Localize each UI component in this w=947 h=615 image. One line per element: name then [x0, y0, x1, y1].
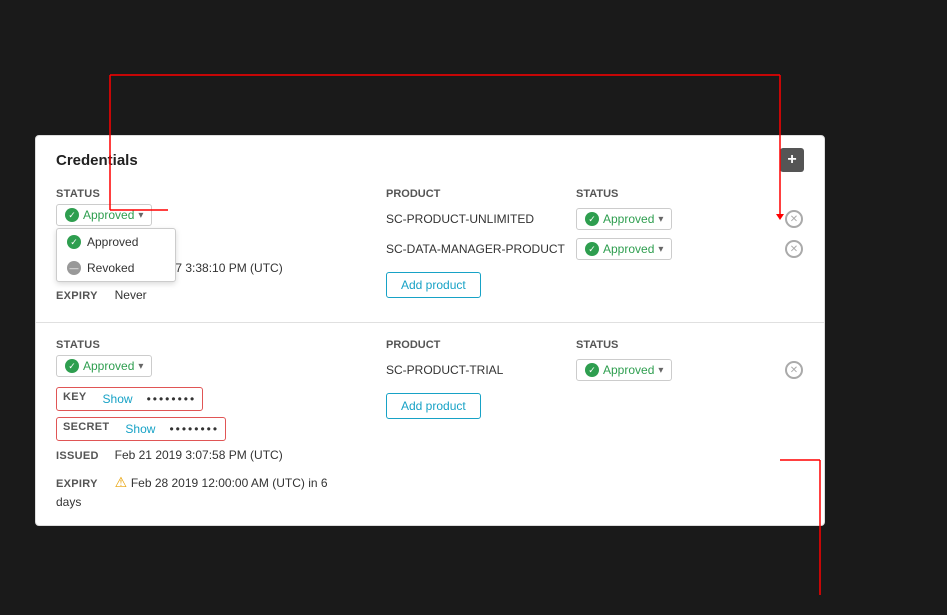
- expiry-row-2: Expiry ⚠ Feb 28 2019 12:00:00 AM (UTC) i…: [56, 474, 356, 509]
- product-check-icon-1-1: ✓: [585, 212, 599, 226]
- key-label-2: Key: [63, 391, 87, 403]
- key-row-2: Key Show ••••••••: [56, 387, 203, 411]
- status-value-2: Approved: [83, 359, 134, 373]
- credential-section-2: Status ✓ Approved ▾ Key Show ••••••••: [36, 323, 824, 525]
- warning-icon-2: ⚠: [115, 474, 128, 490]
- product-row-1-2: SC-DATA-MANAGER-PRODUCT ✓ Approved ▾ ✕: [386, 238, 804, 260]
- product-chevron-2-1: ▾: [658, 365, 663, 376]
- secret-row-2: Secret Show ••••••••: [56, 417, 226, 441]
- status-dropdown-2[interactable]: ✓ Approved ▾: [56, 355, 152, 377]
- remove-product-button-2-1[interactable]: ✕: [784, 360, 804, 380]
- x-icon-1-1: ✕: [785, 210, 803, 228]
- check-icon-2: ✓: [65, 359, 79, 373]
- product-status-dropdown-1-2[interactable]: ✓ Approved ▾: [576, 238, 672, 260]
- product-status-1-1: ✓ Approved ▾: [576, 208, 774, 230]
- product-check-icon-1-2: ✓: [585, 242, 599, 256]
- product-check-icon-2-1: ✓: [585, 363, 599, 377]
- product-table-header-2: Product Status: [386, 339, 804, 351]
- section-2-left: Status ✓ Approved ▾ Key Show ••••••••: [56, 339, 356, 509]
- secret-label-2: Secret: [63, 421, 109, 433]
- remove-product-button-1-1[interactable]: ✕: [784, 209, 804, 229]
- expiry-label-1: Expiry: [56, 290, 111, 302]
- status-dropdown-1[interactable]: ✓ Approved ▾: [56, 204, 152, 226]
- product-status-value-1-2: Approved: [603, 242, 654, 256]
- status-label-1: Status: [56, 188, 356, 200]
- product-col-header-1: Product: [386, 188, 566, 200]
- x-icon-2-1: ✕: [785, 361, 803, 379]
- credentials-panel: Credentials + Status ✓ Approved ▾: [35, 135, 825, 526]
- issued-row-2: Issued Feb 21 2019 3:07:58 PM (UTC): [56, 447, 356, 466]
- product-table-header-1: Product Status: [386, 188, 804, 200]
- expiry-label-2: Expiry: [56, 478, 111, 490]
- product-row-2-1: SC-PRODUCT-TRIAL ✓ Approved ▾ ✕: [386, 359, 804, 381]
- add-credential-button[interactable]: +: [780, 148, 804, 172]
- revoked-label: Revoked: [87, 261, 134, 275]
- status-dropdown-menu-1: ✓ Approved — Revoked: [56, 228, 176, 282]
- expiry-row-1: Expiry Never: [56, 287, 356, 306]
- chevron-icon-2: ▾: [138, 361, 143, 372]
- issued-value-2: Feb 21 2019 3:07:58 PM (UTC): [115, 448, 283, 462]
- section-1-body: Status ✓ Approved ▾ ✓ Appr: [56, 188, 804, 306]
- expiry-value-1: Never: [115, 288, 147, 302]
- product-status-value-2-1: Approved: [603, 363, 654, 377]
- remove-product-button-1-2[interactable]: ✕: [784, 239, 804, 259]
- section-2-body: Status ✓ Approved ▾ Key Show ••••••••: [56, 339, 804, 509]
- product-row-1-1: SC-PRODUCT-UNLIMITED ✓ Approved ▾ ✕: [386, 208, 804, 230]
- x-icon-1-2: ✕: [785, 240, 803, 258]
- panel-title: Credentials: [56, 152, 138, 169]
- product-status-value-1-1: Approved: [603, 212, 654, 226]
- add-product-button-2[interactable]: Add product: [386, 393, 481, 419]
- product-name-1-2: SC-DATA-MANAGER-PRODUCT: [386, 242, 566, 256]
- product-status-dropdown-1-1[interactable]: ✓ Approved ▾: [576, 208, 672, 230]
- product-status-1-2: ✓ Approved ▾: [576, 238, 774, 260]
- status-col-header-2: Status: [576, 339, 804, 351]
- chevron-icon-1: ▾: [138, 210, 143, 221]
- status-col-header-1: Status: [576, 188, 804, 200]
- dropdown-item-approved-1[interactable]: ✓ Approved: [57, 229, 175, 255]
- product-status-dropdown-2-1[interactable]: ✓ Approved ▾: [576, 359, 672, 381]
- approved-label: Approved: [87, 235, 138, 249]
- product-status-2-1: ✓ Approved ▾: [576, 359, 774, 381]
- page-wrapper: Credentials + Status ✓ Approved ▾: [20, 20, 927, 595]
- dropdown-item-revoked-1[interactable]: — Revoked: [57, 255, 175, 281]
- issued-label-2: Issued: [56, 450, 111, 462]
- product-name-1-1: SC-PRODUCT-UNLIMITED: [386, 212, 566, 226]
- approved-check-icon: ✓: [67, 235, 81, 249]
- credential-section-1: Status ✓ Approved ▾ ✓ Appr: [36, 172, 824, 323]
- secret-dots-2: ••••••••: [169, 422, 219, 436]
- product-chevron-1-1: ▾: [658, 214, 663, 225]
- main-panel: Credentials + Status ✓ Approved ▾: [35, 135, 825, 526]
- revoked-dot-icon: —: [67, 261, 81, 275]
- secret-show-link-2[interactable]: Show: [125, 422, 155, 436]
- check-icon-1: ✓: [65, 208, 79, 222]
- product-chevron-1-2: ▾: [658, 244, 663, 255]
- section-1-right: Product Status SC-PRODUCT-UNLIMITED ✓ Ap…: [386, 188, 804, 306]
- key-show-link-2[interactable]: Show: [103, 392, 133, 406]
- add-product-button-1[interactable]: Add product: [386, 272, 481, 298]
- status-value-1: Approved: [83, 208, 134, 222]
- status-label-2: Status: [56, 339, 356, 351]
- section-1-left: Status ✓ Approved ▾ ✓ Appr: [56, 188, 356, 306]
- key-dots-2: ••••••••: [147, 392, 197, 406]
- section-2-right: Product Status SC-PRODUCT-TRIAL ✓ Approv…: [386, 339, 804, 509]
- product-col-header-2: Product: [386, 339, 566, 351]
- product-name-2-1: SC-PRODUCT-TRIAL: [386, 363, 566, 377]
